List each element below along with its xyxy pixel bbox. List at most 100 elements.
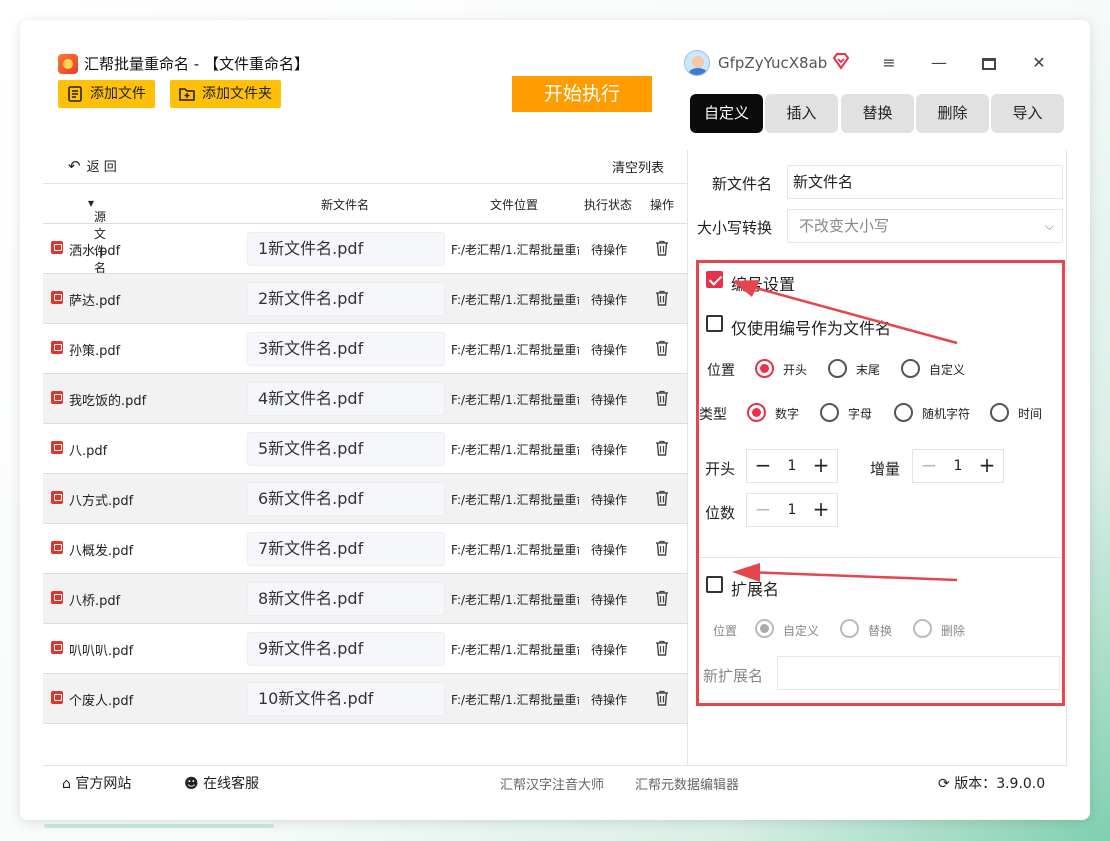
increment-plus-button[interactable]: +: [973, 450, 1001, 482]
numbering-checkbox[interactable]: [706, 271, 723, 288]
table-row[interactable]: 八方式.pdf 6新文件名.pdf F:/老汇帮/1.汇帮批量重命 待操作: [43, 474, 688, 524]
table-row[interactable]: 八概发.pdf 7新文件名.pdf F:/老汇帮/1.汇帮批量重命 待操作: [43, 524, 688, 574]
new-filename-input[interactable]: 9新文件名.pdf: [247, 632, 445, 666]
increment-stepper[interactable]: − 1 +: [912, 449, 1004, 483]
tab-custom[interactable]: 自定义: [690, 94, 763, 133]
position-end-radio[interactable]: [828, 359, 847, 378]
status-text: 待操作: [591, 643, 628, 657]
table-row[interactable]: 八.pdf 5新文件名.pdf F:/老汇帮/1.汇帮批量重命 待操作: [43, 424, 688, 474]
trash-icon[interactable]: [655, 290, 669, 306]
menu-icon[interactable]: ≡: [872, 48, 906, 78]
type-time-radio[interactable]: [990, 403, 1009, 422]
position-start-label: 开头: [783, 363, 808, 377]
username[interactable]: GfpZyYucX8ab: [718, 54, 827, 72]
start-plus-button[interactable]: +: [807, 450, 835, 482]
trash-icon[interactable]: [655, 340, 669, 356]
add-file-button[interactable]: 添加文件: [58, 80, 155, 108]
trash-icon[interactable]: [655, 440, 669, 456]
extension-label: 扩展名: [731, 580, 780, 599]
table-row[interactable]: 个废人.pdf 10新文件名.pdf F:/老汇帮/1.汇帮批量重命 待操作: [43, 674, 688, 724]
product-link-1[interactable]: 汇帮汉字注音大师: [500, 774, 604, 793]
file-list: ▾ 源文件名 ( 10 ) 新文件名 文件位置 执行状态 操作 洒水.pdf 1新…: [43, 183, 688, 763]
file-location: F:/老汇帮/1.汇帮批量重命: [451, 443, 579, 457]
pdf-icon: [51, 341, 63, 354]
table-row[interactable]: 八桥.pdf 8新文件名.pdf F:/老汇帮/1.汇帮批量重命 待操作: [43, 574, 688, 624]
tab-delete[interactable]: 删除: [916, 94, 989, 133]
type-number-radio[interactable]: [747, 403, 766, 422]
trash-icon[interactable]: [655, 240, 669, 256]
trash-icon[interactable]: [655, 590, 669, 606]
position-start-radio[interactable]: [755, 359, 774, 378]
digits-plus-button[interactable]: +: [807, 494, 835, 526]
version-info[interactable]: ⟳ 版本：3.9.0.0: [938, 773, 1045, 793]
product-link-2[interactable]: 汇帮元数据编辑器: [635, 774, 739, 793]
user-avatar[interactable]: [684, 50, 710, 76]
new-filename-input[interactable]: 2新文件名.pdf: [247, 282, 445, 316]
table-row[interactable]: 孙策.pdf 3新文件名.pdf F:/老汇帮/1.汇帮批量重命 待操作: [43, 324, 688, 374]
start-button[interactable]: 开始执行: [512, 76, 652, 112]
ext-delete-radio[interactable]: [913, 619, 932, 638]
trash-icon[interactable]: [655, 490, 669, 506]
new-filename-input[interactable]: 6新文件名.pdf: [247, 482, 445, 516]
new-name-input[interactable]: 新文件名: [787, 165, 1063, 199]
website-link[interactable]: ⌂ 官方网站: [62, 773, 131, 793]
add-folder-button[interactable]: 添加文件夹: [170, 80, 281, 108]
new-filename-input[interactable]: 10新文件名.pdf: [247, 682, 445, 716]
digits-minus-button[interactable]: −: [749, 494, 777, 526]
type-time-label: 时间: [1018, 407, 1043, 421]
start-value[interactable]: 1: [777, 450, 807, 482]
trash-icon[interactable]: [655, 540, 669, 556]
pdf-icon: [51, 541, 63, 554]
type-random-radio[interactable]: [894, 403, 913, 422]
increment-value[interactable]: 1: [943, 450, 973, 482]
maximize-button[interactable]: [972, 48, 1006, 78]
close-button[interactable]: ✕: [1022, 48, 1056, 78]
start-minus-button[interactable]: −: [749, 450, 777, 482]
case-select[interactable]: 不改变大小写 ⌵: [787, 209, 1063, 243]
source-filename: 个废人.pdf: [69, 694, 134, 709]
table-row[interactable]: 萨达.pdf 2新文件名.pdf F:/老汇帮/1.汇帮批量重命 待操作: [43, 274, 688, 324]
extension-checkbox[interactable]: [706, 576, 723, 593]
status-text: 待操作: [591, 693, 628, 707]
source-filename: 萨达.pdf: [69, 294, 121, 309]
minimize-button[interactable]: —: [922, 48, 956, 78]
source-header[interactable]: ▾ 源文件名 ( 10 ): [88, 196, 109, 318]
new-filename-input[interactable]: 5新文件名.pdf: [247, 432, 445, 466]
new-filename-input[interactable]: 1新文件名.pdf: [247, 232, 445, 266]
back-arrow-icon: ↶: [68, 157, 81, 175]
file-location: F:/老汇帮/1.汇帮批量重命: [451, 593, 579, 607]
start-stepper[interactable]: − 1 +: [746, 449, 838, 483]
new-ext-input[interactable]: [777, 656, 1060, 690]
ext-replace-radio[interactable]: [840, 619, 859, 638]
tab-import[interactable]: 导入: [991, 94, 1064, 133]
new-filename-input[interactable]: 4新文件名.pdf: [247, 382, 445, 416]
new-name-header: 新文件名: [321, 198, 370, 212]
trash-icon[interactable]: [655, 690, 669, 706]
new-filename-input[interactable]: 7新文件名.pdf: [247, 532, 445, 566]
new-ext-label: 新扩展名: [703, 667, 764, 685]
type-letter-radio[interactable]: [820, 403, 839, 422]
back-button[interactable]: ↶ 返 回: [68, 156, 117, 175]
tab-replace[interactable]: 替换: [841, 94, 914, 133]
app-title: 汇帮批量重命名 - 【文件重命名】: [84, 55, 309, 73]
file-location: F:/老汇帮/1.汇帮批量重命: [451, 343, 579, 357]
status-text: 待操作: [591, 443, 628, 457]
table-row[interactable]: 洒水.pdf 1新文件名.pdf F:/老汇帮/1.汇帮批量重命 待操作: [43, 224, 688, 274]
digits-stepper[interactable]: − 1 +: [746, 493, 838, 527]
support-link[interactable]: ☻ 在线客服: [184, 773, 259, 793]
increment-minus-button[interactable]: −: [915, 450, 943, 482]
trash-icon[interactable]: [655, 640, 669, 656]
new-filename-input[interactable]: 8新文件名.pdf: [247, 582, 445, 616]
ext-custom-radio[interactable]: [755, 619, 774, 638]
vip-diamond-icon[interactable]: [832, 52, 850, 70]
digits-value[interactable]: 1: [777, 494, 807, 526]
only-number-checkbox[interactable]: [706, 315, 723, 332]
trash-icon[interactable]: [655, 390, 669, 406]
table-row[interactable]: 我吃饭的.pdf 4新文件名.pdf F:/老汇帮/1.汇帮批量重命 待操作: [43, 374, 688, 424]
pdf-icon: [51, 441, 63, 454]
new-filename-input[interactable]: 3新文件名.pdf: [247, 332, 445, 366]
clear-list-button[interactable]: 清空列表: [612, 157, 664, 176]
position-custom-radio[interactable]: [901, 359, 920, 378]
table-row[interactable]: 叭叭叭.pdf 9新文件名.pdf F:/老汇帮/1.汇帮批量重命 待操作: [43, 624, 688, 674]
tab-insert[interactable]: 插入: [765, 94, 838, 133]
